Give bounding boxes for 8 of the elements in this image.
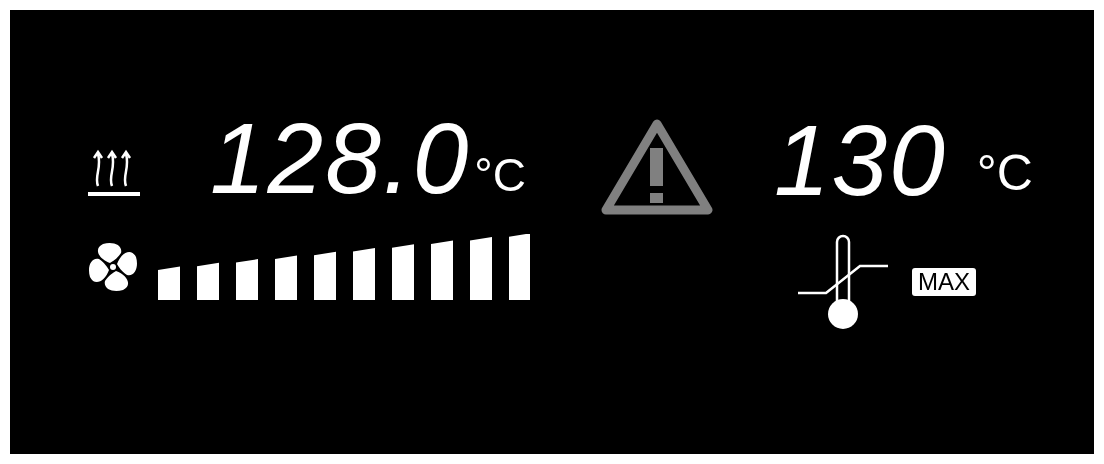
temperature-unit: °C [976,148,1033,198]
warning-icon [600,118,714,218]
fan-icon [88,242,138,292]
thermometer-icon [798,234,890,330]
max-badge: MAX [912,268,976,296]
temperature-unit: °C [474,152,526,198]
setpoint-temperature: 130 [774,120,947,200]
actual-temperature: 128.0 [210,118,471,198]
